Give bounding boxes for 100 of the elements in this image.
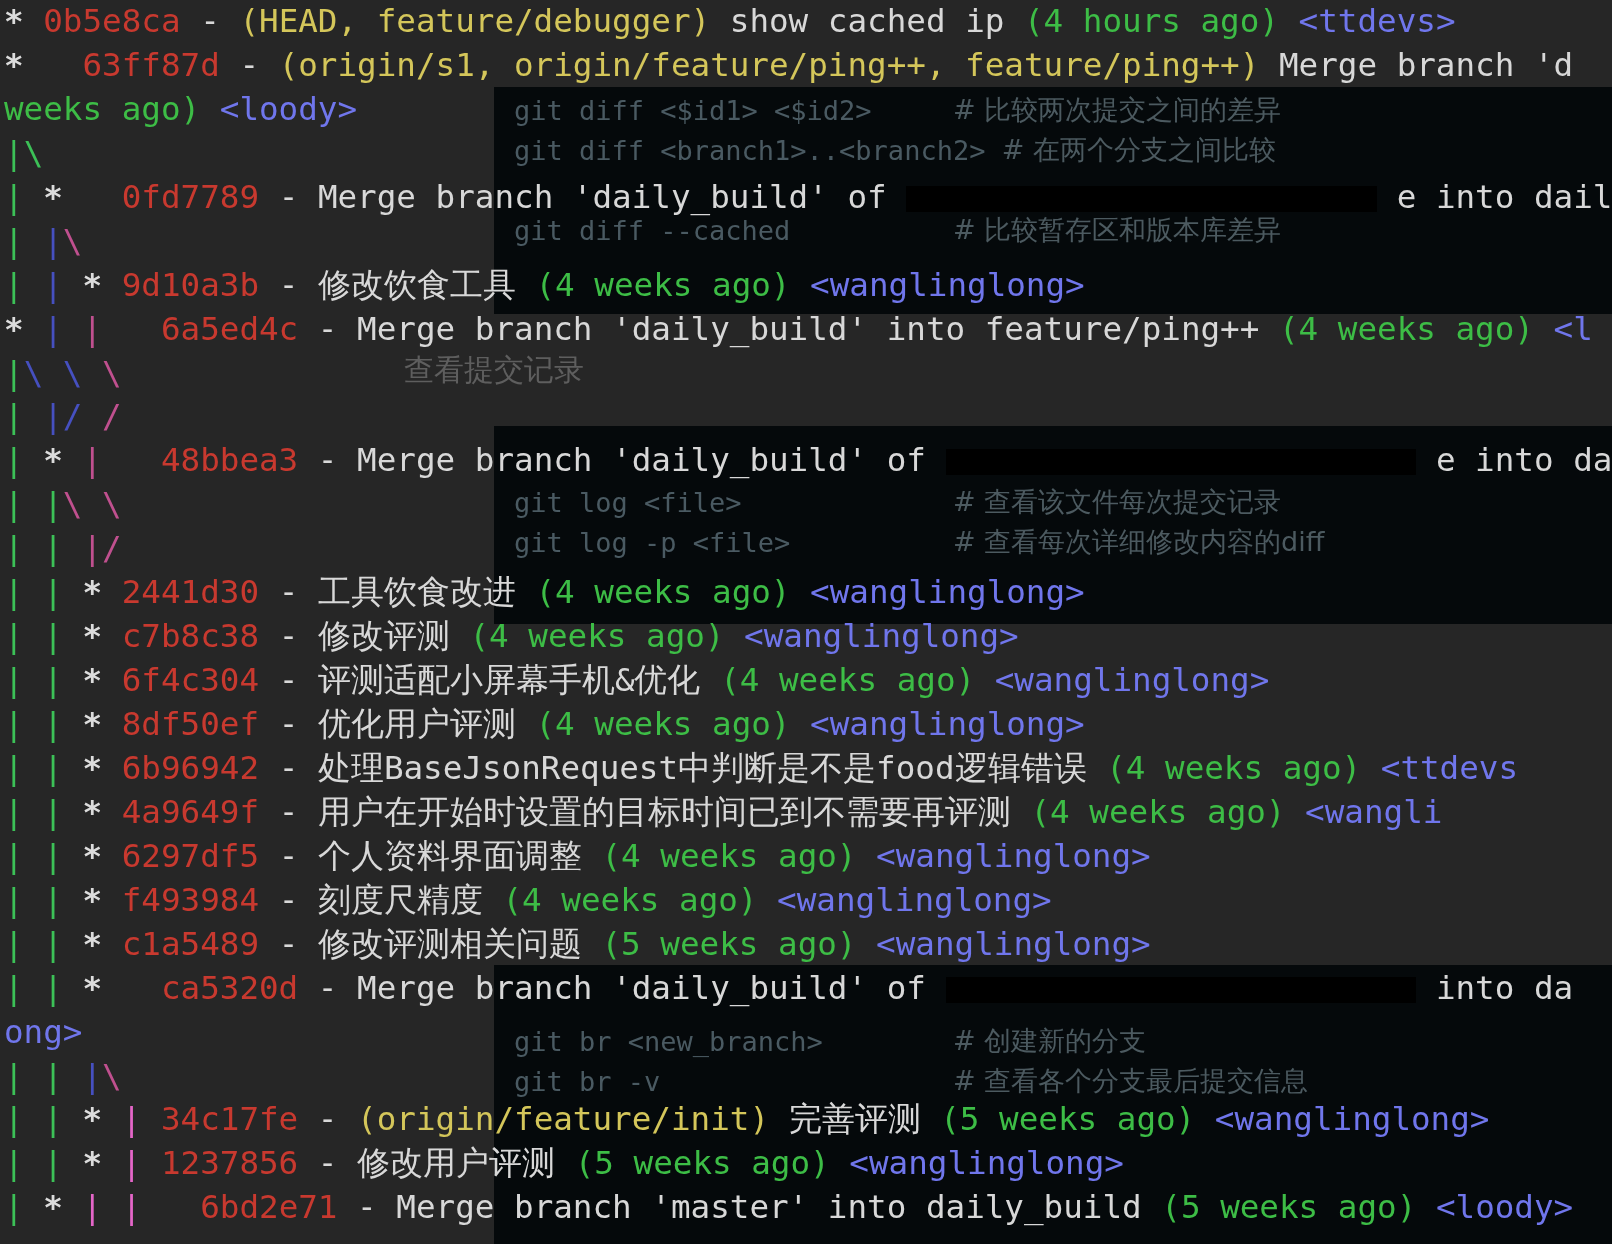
commit-message: 评测适配小屏幕手机&优化 xyxy=(317,661,701,700)
graph-glyph: | xyxy=(43,661,64,700)
graph-glyph: | xyxy=(82,1056,103,1095)
dash-separator: - xyxy=(357,1188,377,1227)
graph-glyph: | xyxy=(121,1100,143,1139)
code-command: git log -p <file> xyxy=(514,526,792,558)
graph-glyph: |/ xyxy=(43,397,84,436)
graph-glyph: * xyxy=(43,1188,64,1227)
commit-date: (4 weeks ago) xyxy=(720,661,976,700)
commit-author: <wanglinglong> xyxy=(810,265,1085,304)
ref-names: (HEAD, feature/debugger) xyxy=(239,2,711,40)
commit-author: <wanglinglong> xyxy=(810,705,1085,743)
graph-glyph: | xyxy=(4,397,25,436)
commit-message: 修改饮食工具 xyxy=(317,265,516,304)
commit-hash: 2441d30 xyxy=(121,573,259,612)
graph-glyph: | xyxy=(4,1188,25,1227)
graph-glyph: * xyxy=(82,617,104,656)
doc-subheading: 查看提交记录 xyxy=(404,352,584,388)
commit-author: ong> xyxy=(4,1012,83,1051)
dash-separator: - xyxy=(278,177,299,216)
commit-date: (4 weeks ago) xyxy=(1106,748,1362,787)
commit-message: 用户在开始时设置的目标时间已到不需要再评测 xyxy=(317,792,1011,831)
graph-glyph: \ xyxy=(62,353,84,392)
graph-glyph: * xyxy=(4,2,25,40)
commit-hash: 9d10a3b xyxy=(121,265,259,304)
graph-glyph: \ xyxy=(62,485,84,524)
commit-message: 优化用户评测 xyxy=(317,705,516,743)
commit-date: (4 weeks ago) xyxy=(601,836,857,875)
graph-glyph: | xyxy=(43,221,63,260)
graph-glyph: | xyxy=(4,661,25,700)
code-command: git br <new_branch> xyxy=(514,1025,824,1057)
graph-glyph: * xyxy=(82,748,104,787)
graph-glyph: | xyxy=(4,177,25,216)
commit-date: weeks ago) xyxy=(4,89,201,128)
graph-glyph: \ xyxy=(102,485,122,524)
ref-names: (origin/s1, origin/feature/ping++, feature/ping++) xyxy=(278,45,1260,84)
graph-glyph: | xyxy=(43,1144,64,1183)
commit-message: Merge branch 'master' into daily_build xyxy=(396,1188,1142,1227)
graph-glyph: * xyxy=(82,1144,104,1183)
commit-author: <wanglinglong> xyxy=(849,1144,1124,1183)
commit-date: (4 weeks ago) xyxy=(535,573,791,612)
graph-glyph: | xyxy=(4,1056,25,1095)
graph-glyph: * xyxy=(82,1100,104,1139)
graph-glyph: | xyxy=(4,353,24,392)
dash-separator: - xyxy=(278,880,299,919)
commit-hash: c7b8c38 xyxy=(121,617,259,656)
commit-author: <wanglinglong> xyxy=(1214,1100,1490,1139)
commit-author: <wanglinglong> xyxy=(777,880,1052,919)
commit-date: (4 hours ago) xyxy=(1024,2,1279,40)
graph-glyph: \ xyxy=(102,1056,122,1095)
commit-hash: 6a5ed4c xyxy=(160,309,299,348)
graph-glyph: | xyxy=(4,265,25,304)
commit-author: <wanglinglong> xyxy=(876,924,1151,963)
code-command: git diff <branch1>..<branch2> xyxy=(514,134,986,166)
commit-date: (4 weeks ago) xyxy=(1030,792,1286,831)
graph-glyph: * xyxy=(4,45,25,84)
commit-author: <ttdevs xyxy=(1380,748,1519,787)
commit-author: <l xyxy=(1553,309,1593,348)
dash-separator: - xyxy=(278,573,299,612)
graph-glyph: | xyxy=(43,968,64,1007)
commit-message: Merge branch 'daily_build' of xyxy=(357,441,926,480)
dash-separator: - xyxy=(317,1100,338,1139)
graph-glyph: | xyxy=(43,265,64,304)
graph-glyph: | xyxy=(4,133,24,172)
commit-author: <wangli xyxy=(1305,792,1443,831)
graph-glyph: | xyxy=(4,968,25,1007)
commit-message: 修改评测 xyxy=(317,617,450,656)
graph-glyph: * xyxy=(43,177,64,216)
graph-glyph: * xyxy=(82,836,104,875)
graph-glyph: | xyxy=(4,485,25,524)
commit-hash: 6f4c304 xyxy=(121,661,259,700)
commit-hash: 6b96942 xyxy=(121,748,259,787)
graph-glyph: * xyxy=(82,265,104,304)
graph-glyph: | xyxy=(4,441,25,480)
graph-glyph: | xyxy=(43,880,64,919)
dash-separator: - xyxy=(278,705,299,743)
commit-hash: f493984 xyxy=(121,880,259,919)
commit-date: (5 weeks ago) xyxy=(574,1144,830,1183)
dash-separator: - xyxy=(278,836,299,875)
commit-message: 修改评测相关问题 xyxy=(317,924,582,963)
dash-separator: - xyxy=(278,792,299,831)
commit-hash: c1a5489 xyxy=(121,924,259,963)
graph-glyph: \ xyxy=(102,353,122,392)
graph-glyph: | xyxy=(43,1056,64,1095)
graph-glyph: | xyxy=(4,529,25,568)
code-command: git log <file> xyxy=(514,486,743,518)
dash-separator: - xyxy=(317,1144,338,1183)
commit-message: show cached ip xyxy=(729,2,1005,40)
graph-glyph: | xyxy=(4,1144,25,1183)
commit-hash: 48bbea3 xyxy=(160,441,299,480)
graph-glyph: | xyxy=(43,792,64,831)
dash-separator: - xyxy=(278,265,299,304)
graph-glyph: | xyxy=(4,880,25,919)
graph-glyph: | xyxy=(43,485,63,524)
commit-author: <loody> xyxy=(1435,1188,1574,1227)
graph-glyph: | xyxy=(82,441,104,480)
graph-glyph: * xyxy=(82,880,104,919)
graph-glyph: \ xyxy=(23,133,44,172)
graph-glyph: * xyxy=(43,441,64,480)
graph-glyph: | xyxy=(43,1100,64,1139)
